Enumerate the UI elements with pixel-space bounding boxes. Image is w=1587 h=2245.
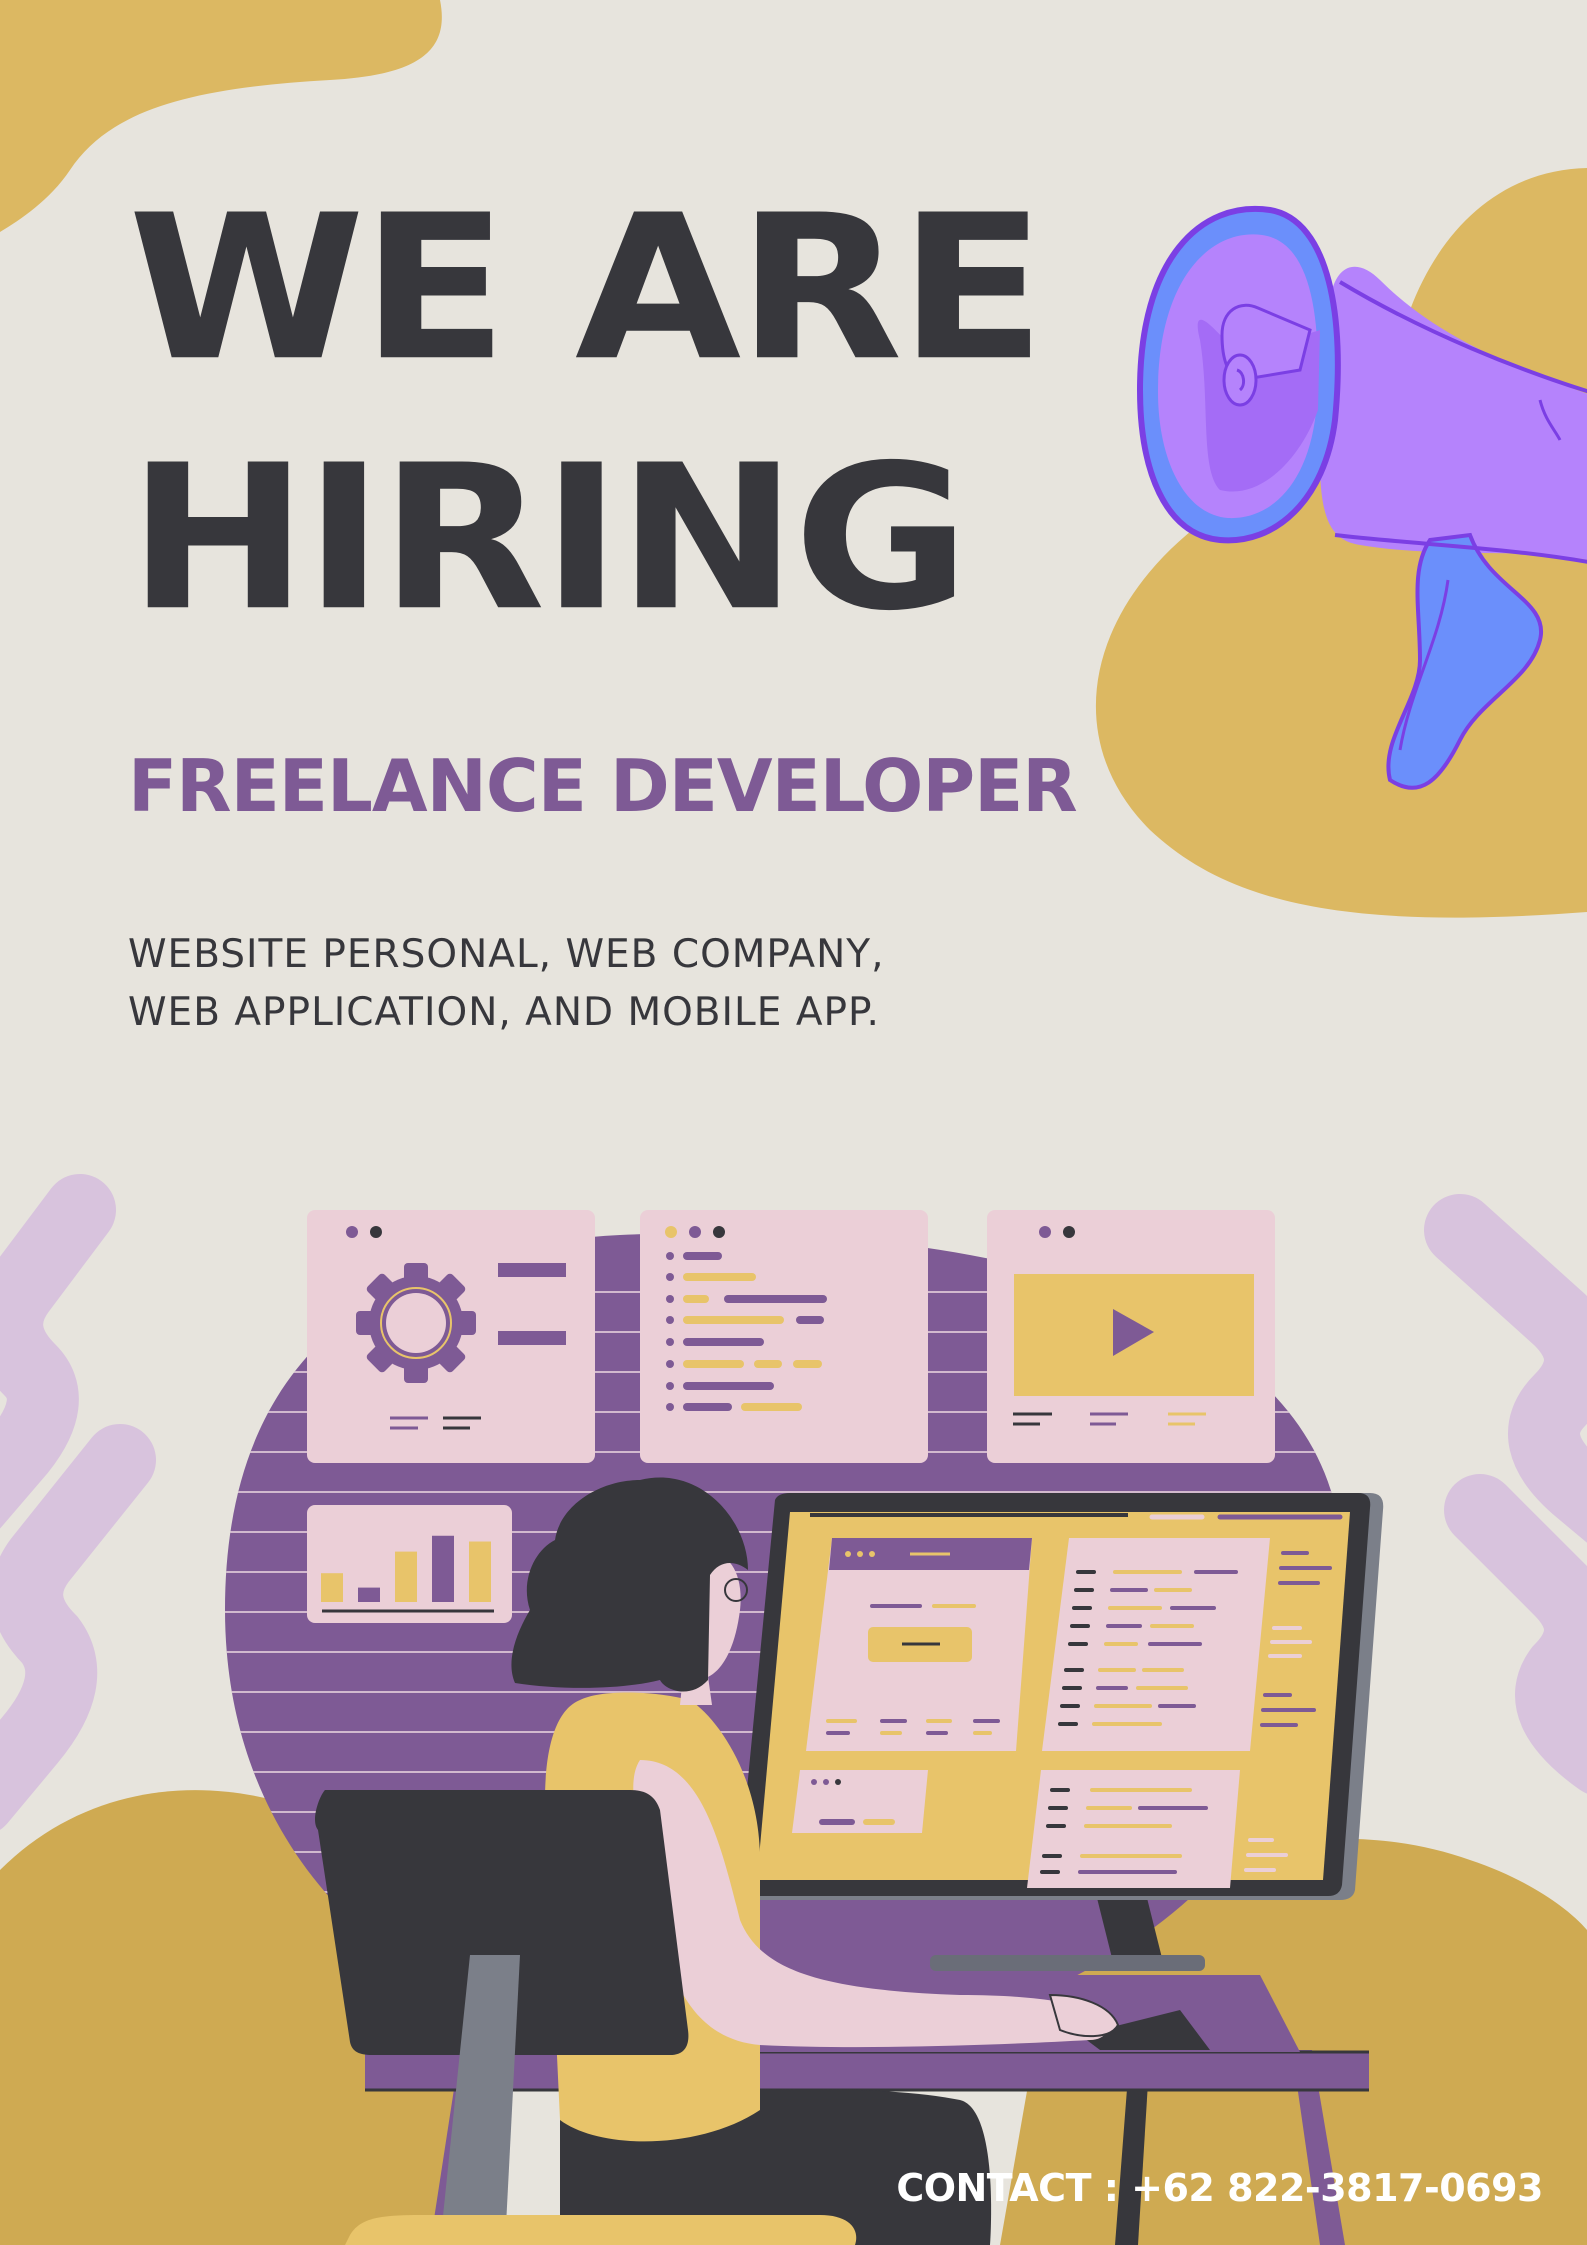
contact-phone[interactable]: +62 822-3817-0693 bbox=[1131, 2166, 1543, 2210]
description-line-2: WEB APPLICATION, AND MOBILE APP. bbox=[128, 990, 880, 1035]
headline-line-2: HIRING bbox=[128, 421, 970, 655]
computer-monitor bbox=[737, 1493, 1384, 1971]
headline-line-1: WE ARE bbox=[128, 171, 1046, 405]
bar-chart-card bbox=[307, 1505, 512, 1623]
hiring-poster: WE ARE HIRING FREELANCE DEVELOPER WEBSIT… bbox=[0, 0, 1587, 2245]
mini-chart-bar bbox=[358, 1587, 380, 1602]
job-role: FREELANCE DEVELOPER bbox=[128, 744, 1078, 828]
mini-chart-bar bbox=[321, 1573, 343, 1602]
lavender-waves-right bbox=[1424, 1194, 1587, 1794]
mini-chart-bar bbox=[469, 1541, 491, 1602]
gear-icon bbox=[356, 1263, 476, 1383]
mini-chart-bar bbox=[395, 1551, 417, 1602]
code-card bbox=[640, 1210, 928, 1463]
settings-card bbox=[307, 1210, 595, 1463]
job-description: WEBSITE PERSONAL, WEB COMPANY, WEB APPLI… bbox=[128, 926, 885, 1042]
video-card bbox=[987, 1210, 1275, 1463]
contact-label: CONTACT : bbox=[896, 2166, 1119, 2210]
description-line-1: WEBSITE PERSONAL, WEB COMPANY, bbox=[128, 932, 885, 977]
mini-chart-bar bbox=[432, 1535, 454, 1602]
contact-info: CONTACT : +62 822-3817-0693 bbox=[896, 2166, 1543, 2210]
lavender-waves-left bbox=[0, 1174, 156, 1830]
